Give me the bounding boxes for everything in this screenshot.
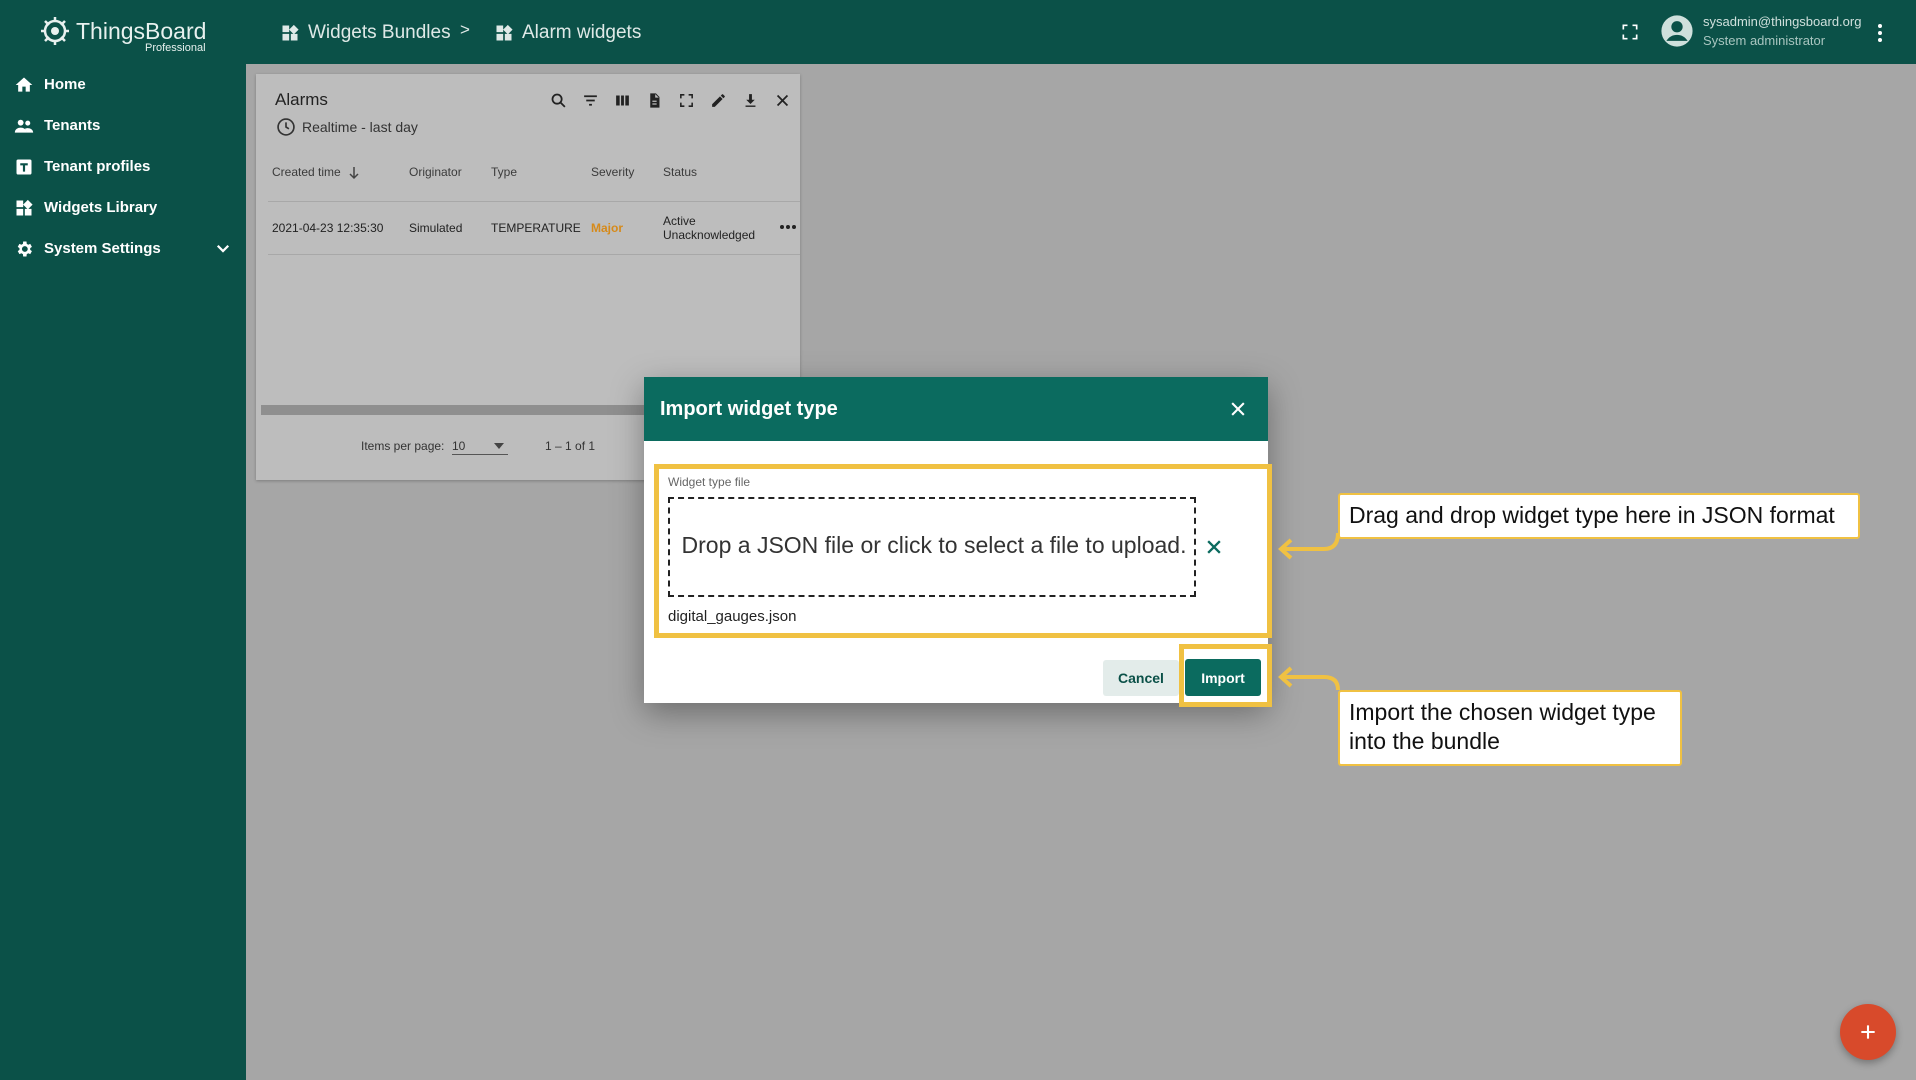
column-header-originator[interactable]: Originator [409, 165, 462, 179]
t-box-icon [16, 159, 32, 175]
callout-import: Import the chosen widget type into the b… [1338, 690, 1682, 766]
column-header-type[interactable]: Type [491, 165, 517, 179]
sidebar-item-tenants[interactable]: Tenants [0, 106, 246, 146]
plus-icon [1861, 1025, 1875, 1039]
sidebar: Home Tenants Tenant profiles Widgets Lib… [0, 64, 246, 1080]
account-circle-icon [1661, 15, 1693, 47]
widgets-icon [282, 24, 299, 41]
widget-title: Alarms [275, 90, 328, 109]
widgets-icon [16, 199, 33, 216]
timewindow-label: Realtime - last day [302, 119, 418, 135]
close-icon[interactable] [766, 89, 798, 111]
column-header-status[interactable]: Status [663, 165, 697, 179]
breadcrumb-alarm-widgets: Alarm widgets [494, 20, 641, 46]
cell-originator: Simulated [409, 221, 463, 235]
cell-type: TEMPERATURE [491, 221, 581, 235]
dialog-title: Import widget type [660, 398, 838, 420]
page-range: 1 – 1 of 1 [545, 439, 596, 453]
sidebar-item-label: Tenant profiles [44, 158, 151, 175]
sidebar-item-home[interactable]: Home [0, 65, 246, 105]
user-role: System administrator [1703, 33, 1826, 48]
cell-created-time: 2021-04-23 12:35:30 [272, 221, 384, 235]
home-icon [15, 77, 33, 92]
cell-status-line2: Unacknowledged [663, 228, 756, 242]
breadcrumb-widgets-bundles[interactable]: Widgets Bundles [280, 20, 451, 46]
gear-icon [17, 241, 32, 257]
breadcrumb-separator: > [460, 20, 470, 39]
thingsboard-logo[interactable]: ThingsBoard Professional [38, 12, 208, 54]
cancel-button[interactable]: Cancel [1103, 660, 1179, 696]
horizontal-scrollbar[interactable] [261, 405, 661, 415]
user-email: sysadmin@thingsboard.org [1703, 14, 1862, 29]
columns-icon[interactable] [606, 89, 638, 111]
download-icon[interactable] [734, 89, 766, 111]
close-icon[interactable] [1228, 399, 1248, 419]
search-icon[interactable] [542, 89, 574, 111]
edit-icon[interactable] [702, 89, 734, 111]
file-highlight-box [654, 464, 1272, 638]
column-header-created-time[interactable]: Created time [272, 165, 341, 179]
sidebar-item-label: Widgets Library [44, 199, 158, 216]
import-highlight-box [1179, 644, 1272, 707]
callout-arrow-icon [1278, 666, 1340, 691]
fullscreen-icon[interactable] [1620, 22, 1640, 42]
more-horiz-icon[interactable] [779, 224, 797, 230]
items-per-page-label: Items per page: [361, 439, 445, 453]
sidebar-item-system-settings[interactable]: System Settings [0, 229, 246, 269]
widgets-icon [496, 24, 513, 41]
dropdown-arrow-icon [494, 443, 504, 449]
column-header-severity[interactable]: Severity [591, 165, 634, 179]
items-per-page-value: 10 [452, 439, 466, 453]
more-vert-icon[interactable] [1870, 22, 1890, 44]
row-divider [268, 254, 800, 255]
callout-arrow-icon [1278, 532, 1340, 560]
sidebar-item-widgets-library[interactable]: Widgets Library [0, 188, 246, 228]
callout-drop: Drag and drop widget type here in JSON f… [1338, 493, 1860, 539]
sidebar-item-tenant-profiles[interactable]: Tenant profiles [0, 147, 246, 187]
logo-subtitle: Professional [145, 42, 206, 54]
chevron-down-icon [216, 244, 230, 253]
top-bar: ThingsBoard Professional Widgets Bundles… [0, 0, 1916, 64]
people-icon [14, 119, 34, 133]
items-per-page-select[interactable]: 10 [452, 435, 508, 455]
sidebar-item-label: Tenants [44, 117, 101, 134]
fullscreen-icon[interactable] [670, 89, 702, 111]
dialog-header: Import widget type [644, 377, 1268, 441]
report-icon[interactable] [638, 89, 670, 111]
timewindow[interactable]: Realtime - last day [276, 117, 418, 137]
filter-icon[interactable] [574, 89, 606, 111]
logo-name: ThingsBoard [76, 18, 207, 44]
row-divider [268, 201, 800, 202]
breadcrumb-label: Alarm widgets [522, 22, 642, 43]
cell-severity: Major [591, 221, 624, 235]
sidebar-item-label: Home [44, 76, 86, 93]
clock-icon [277, 118, 295, 136]
arrow-down-icon [349, 167, 359, 180]
widget-toolbar [542, 89, 798, 111]
logo-mark-icon [41, 17, 69, 45]
breadcrumb-label: Widgets Bundles [308, 22, 451, 43]
cell-status-line1: Active [663, 214, 696, 228]
sidebar-item-label: System Settings [44, 240, 161, 257]
add-fab-button[interactable] [1840, 1004, 1896, 1060]
